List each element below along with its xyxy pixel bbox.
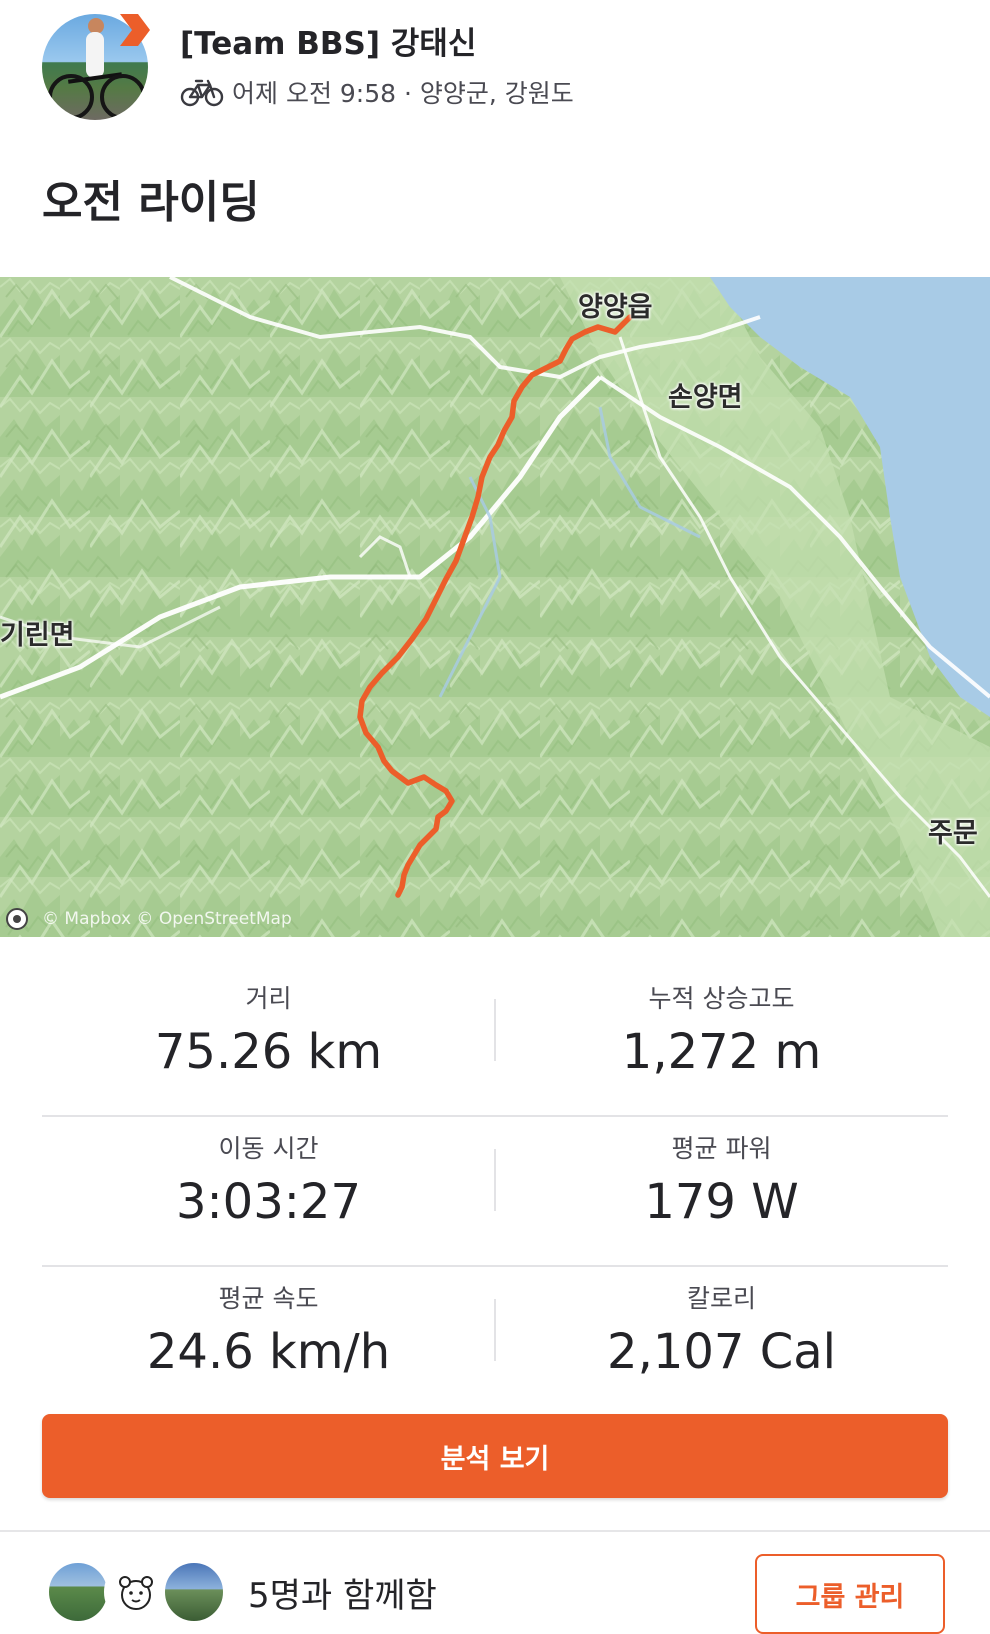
avatar bbox=[104, 1560, 168, 1624]
stat-label: 칼로리 bbox=[686, 1284, 756, 1313]
manage-group-button[interactable]: 그룹 관리 bbox=[755, 1554, 945, 1634]
activity-header: [Team BBS] 강태신 어제 오전 9:58 · 양양군, 강원도 bbox=[0, 0, 990, 130]
stat-distance: 거리 75.26 km bbox=[42, 981, 495, 1083]
activity-title[interactable]: 오전 라이딩 bbox=[42, 166, 260, 230]
stat-value: 3:03:27 bbox=[175, 1174, 362, 1230]
stat-value: 24.6 km/h bbox=[146, 1324, 391, 1380]
stats-row: 이동 시간 3:03:27 평균 파워 179 W bbox=[42, 1117, 948, 1267]
route-map[interactable]: 양양읍 손양면 기린면 주문 bbox=[0, 277, 990, 937]
stat-label: 평균 속도 bbox=[218, 1284, 319, 1313]
subscriber-badge-icon bbox=[120, 14, 150, 46]
stat-label: 이동 시간 bbox=[218, 1134, 319, 1163]
group-avatars[interactable] bbox=[46, 1560, 226, 1626]
group-participants-text[interactable]: 5명과 함께함 bbox=[248, 1568, 437, 1617]
stat-value: 2,107 Cal bbox=[607, 1324, 836, 1380]
stat-label: 누적 상승고도 bbox=[648, 984, 795, 1013]
attribution-text: © Mapbox © OpenStreetMap bbox=[42, 909, 292, 929]
stats-row: 거리 75.26 km 누적 상승고도 1,272 m bbox=[42, 967, 948, 1117]
cartoon-bear-icon bbox=[119, 1576, 153, 1610]
map-label-town: 손양면 bbox=[668, 382, 743, 413]
divider bbox=[0, 1530, 990, 1532]
stat-calories: 칼로리 2,107 Cal bbox=[495, 1281, 948, 1383]
map-label-town: 양양읍 bbox=[578, 292, 653, 323]
stat-label: 평균 파워 bbox=[671, 1134, 772, 1163]
stat-avg-power: 평균 파워 179 W bbox=[495, 1131, 948, 1233]
stat-value: 75.26 km bbox=[154, 1024, 383, 1080]
map-attribution[interactable]: © Mapbox © OpenStreetMap bbox=[6, 906, 292, 932]
map-label-town: 주문 bbox=[928, 818, 978, 849]
bike-icon bbox=[180, 79, 224, 107]
athlete-name[interactable]: [Team BBS] 강태신 bbox=[180, 18, 476, 63]
map-canvas bbox=[0, 277, 990, 937]
stat-avg-speed: 평균 속도 24.6 km/h bbox=[42, 1281, 495, 1383]
mapbox-logo-icon bbox=[6, 908, 28, 930]
activity-stats: 거리 75.26 km 누적 상승고도 1,272 m 이동 시간 3:03:2… bbox=[42, 967, 948, 1417]
map-label-town: 기린면 bbox=[0, 620, 75, 651]
stat-value: 179 W bbox=[644, 1174, 799, 1230]
view-analysis-button[interactable]: 분석 보기 bbox=[42, 1414, 948, 1498]
stat-value: 1,272 m bbox=[621, 1024, 822, 1080]
stat-elevation: 누적 상승고도 1,272 m bbox=[495, 981, 948, 1083]
avatar bbox=[46, 1560, 110, 1624]
activity-meta: 어제 오전 9:58 · 양양군, 강원도 bbox=[180, 74, 574, 110]
athlete-avatar[interactable] bbox=[42, 14, 150, 120]
avatar bbox=[162, 1560, 226, 1624]
activity-date-location: 어제 오전 9:58 · 양양군, 강원도 bbox=[232, 79, 574, 108]
stat-label: 거리 bbox=[245, 984, 292, 1013]
stat-moving-time: 이동 시간 3:03:27 bbox=[42, 1131, 495, 1233]
stats-row: 평균 속도 24.6 km/h 칼로리 2,107 Cal bbox=[42, 1267, 948, 1417]
